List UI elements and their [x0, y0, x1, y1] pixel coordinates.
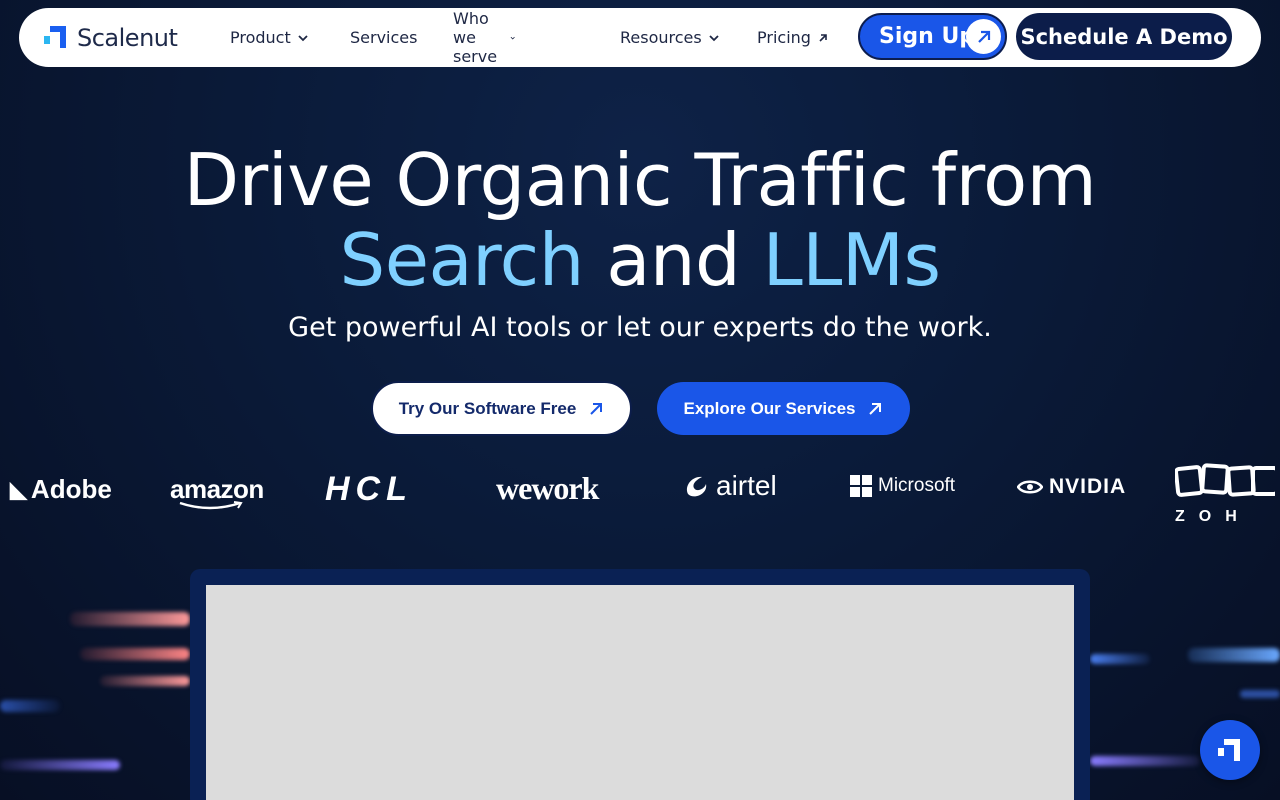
video-placeholder[interactable]	[206, 585, 1074, 800]
nav-item-services[interactable]: Services	[350, 28, 417, 47]
chat-widget-button[interactable]	[1200, 720, 1260, 780]
scalenut-logo-icon	[44, 26, 68, 50]
schedule-demo-label: Schedule A Demo	[1020, 24, 1228, 49]
explore-services-button[interactable]: Explore Our Services	[657, 382, 910, 435]
hero-highlight-llms: LLMs	[762, 218, 941, 302]
explore-services-label: Explore Our Services	[683, 398, 856, 418]
decorative-light-streak	[1240, 690, 1280, 698]
zoho-boxes-icon	[1175, 463, 1275, 497]
nav-item-label: Who we serve	[453, 9, 498, 66]
try-software-label: Try Our Software Free	[398, 398, 577, 418]
decorative-light-streak	[70, 612, 190, 626]
nav-item-resources[interactable]: Resources	[620, 28, 720, 47]
arrow-up-right-icon	[966, 19, 1001, 54]
chevron-down-icon	[709, 34, 719, 41]
airtel-mark-icon	[686, 476, 707, 497]
schedule-demo-button[interactable]: Schedule A Demo	[1016, 13, 1232, 60]
hero-title-line1: Drive Organic Traffic from	[183, 138, 1097, 222]
decorative-light-streak	[1090, 756, 1200, 766]
nav-item-label: Product	[230, 28, 291, 47]
top-navbar: Scalenut Product Services Who we serve R…	[19, 8, 1261, 67]
hcl-logo: HCL	[325, 470, 413, 508]
scalenut-logo[interactable]: Scalenut	[44, 24, 178, 52]
chevron-down-icon	[298, 34, 308, 41]
brand-name: Scalenut	[77, 24, 178, 52]
decorative-light-streak	[0, 700, 60, 712]
decorative-light-streak	[80, 648, 190, 660]
chevron-down-icon	[510, 36, 515, 39]
airtel-logo: airtel	[682, 470, 777, 502]
client-logos-strip: ◣ Adobe amazon HCL wework airtel Microsof…	[0, 462, 1280, 522]
decorative-light-streak	[0, 760, 120, 770]
wework-logo: wework	[496, 470, 599, 506]
decorative-light-streak	[1090, 654, 1150, 664]
arrow-up-right-icon	[590, 402, 603, 415]
microsoft-logo: Microsoft	[850, 475, 955, 497]
nav-item-product[interactable]: Product	[230, 28, 309, 47]
sign-up-button[interactable]: Sign Up	[858, 13, 1007, 60]
nav-item-label: Resources	[620, 28, 702, 47]
nvidia-eye-icon	[1017, 480, 1043, 494]
nvidia-logo: NVIDIA	[1017, 475, 1126, 499]
amazon-logo: amazon	[170, 474, 264, 511]
hero-title-line2: Search and LLMs	[0, 220, 1280, 300]
arrow-up-right-icon	[819, 33, 827, 42]
nav-item-label: Pricing	[757, 28, 811, 47]
microsoft-mark-icon	[850, 475, 872, 497]
nav-item-who-we-serve[interactable]: Who we serve	[453, 9, 515, 66]
arrow-up-right-icon	[869, 402, 882, 415]
nav-item-pricing[interactable]: Pricing	[757, 28, 829, 47]
chat-widget-icon	[1218, 739, 1240, 761]
hero-connector: and	[583, 218, 763, 302]
nav-item-label: Services	[350, 28, 418, 47]
sign-up-label: Sign Up	[879, 24, 976, 49]
decorative-light-streak	[1188, 648, 1280, 662]
decorative-light-streak	[100, 676, 190, 686]
adobe-logo: ◣ Adobe	[10, 474, 112, 504]
zoho-logo: ZOH	[1175, 462, 1275, 522]
hero-highlight-search: Search	[339, 218, 585, 302]
try-software-button[interactable]: Try Our Software Free	[371, 381, 632, 436]
hero-subtitle: Get powerful AI tools or let our experts…	[288, 312, 992, 343]
